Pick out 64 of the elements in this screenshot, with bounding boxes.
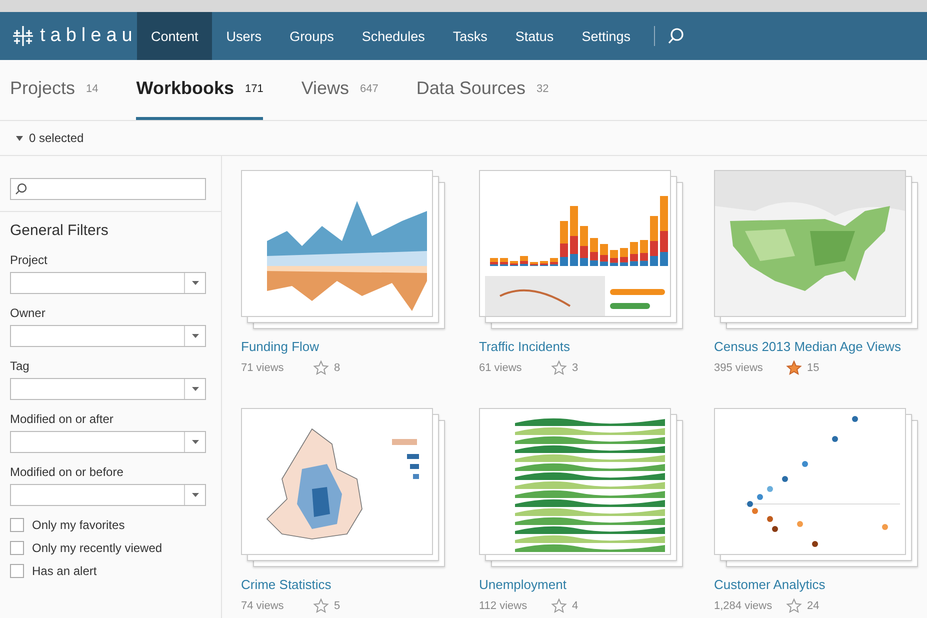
view-count: 395 views (714, 362, 764, 374)
dropdown-field[interactable] (10, 325, 206, 347)
caret-icon[interactable] (16, 136, 23, 140)
star-icon[interactable] (786, 360, 802, 376)
star-icon[interactable] (551, 598, 567, 614)
favorite-count: 8 (334, 362, 340, 374)
caret-icon (192, 334, 198, 338)
caret-icon (192, 440, 198, 444)
checkbox-label: Only my favorites (32, 518, 125, 532)
tab[interactable]: Workbooks 171 (136, 60, 264, 120)
checkbox-label: Has an alert (32, 564, 97, 578)
favorite-count: 24 (807, 600, 820, 612)
workbook-title-link[interactable]: Crime Statistics (241, 577, 332, 592)
checkbox[interactable] (10, 564, 24, 578)
nav-item[interactable]: Content (137, 12, 212, 60)
workbook-title-link[interactable]: Funding Flow (241, 339, 320, 354)
filters-heading: General Filters (10, 222, 110, 239)
search-field[interactable] (10, 178, 206, 200)
workbook-title-link[interactable]: Traffic Incidents (479, 339, 570, 354)
star-icon[interactable] (313, 598, 329, 614)
checkbox[interactable] (10, 541, 24, 555)
search-icon[interactable] (667, 27, 686, 45)
nav-item[interactable]: Status (501, 12, 568, 60)
dropdown-field[interactable] (10, 378, 206, 400)
logo-wordmark: tableau (40, 25, 138, 47)
caret-icon (192, 281, 198, 285)
view-count: 1,284 views (714, 600, 774, 612)
star-icon[interactable] (786, 598, 802, 614)
logo-icon (12, 25, 34, 47)
checkbox-label: Only my recently viewed (32, 541, 162, 555)
workbook-title-link[interactable]: Unemployment (479, 577, 566, 592)
nav-item[interactable]: Users (212, 12, 276, 60)
nav-item[interactable]: Groups (276, 12, 348, 60)
dropdown-field[interactable] (10, 431, 206, 453)
tab[interactable]: Projects 14 (10, 60, 98, 120)
workbook-title-link[interactable]: Census 2013 Median Age Views (714, 339, 901, 354)
tab[interactable]: Data Sources 32 (416, 60, 549, 120)
selection-count: 0 selected (29, 131, 84, 145)
star-icon[interactable] (313, 360, 329, 376)
workbook-title-link[interactable]: Customer Analytics (714, 577, 826, 592)
favorite-count: 5 (334, 600, 340, 612)
filter-label: Tag (10, 359, 30, 373)
caret-icon (192, 493, 198, 497)
view-count: 112 views (479, 600, 528, 612)
favorite-count: 4 (572, 600, 578, 612)
star-icon[interactable] (551, 360, 567, 376)
nav-item[interactable]: Tasks (438, 12, 502, 60)
view-count: 61 views (479, 362, 523, 374)
dropdown-field[interactable] (10, 484, 206, 506)
filter-label: Project (10, 253, 48, 267)
view-count: 74 views (241, 600, 285, 612)
caret-icon (192, 387, 198, 391)
checkbox[interactable] (10, 518, 24, 532)
filter-label: Modified on or before (10, 465, 124, 479)
search-icon (15, 183, 27, 195)
favorite-count: 3 (572, 362, 578, 374)
filter-label: Owner (10, 306, 46, 320)
nav-item[interactable]: Settings (568, 12, 644, 60)
view-count: 71 views (241, 362, 285, 374)
favorite-count: 15 (807, 362, 820, 374)
dropdown-field[interactable] (10, 272, 206, 294)
tab[interactable]: Views 647 (301, 60, 378, 120)
nav-item[interactable]: Schedules (348, 12, 439, 60)
filter-label: Modified on or after (10, 412, 114, 426)
